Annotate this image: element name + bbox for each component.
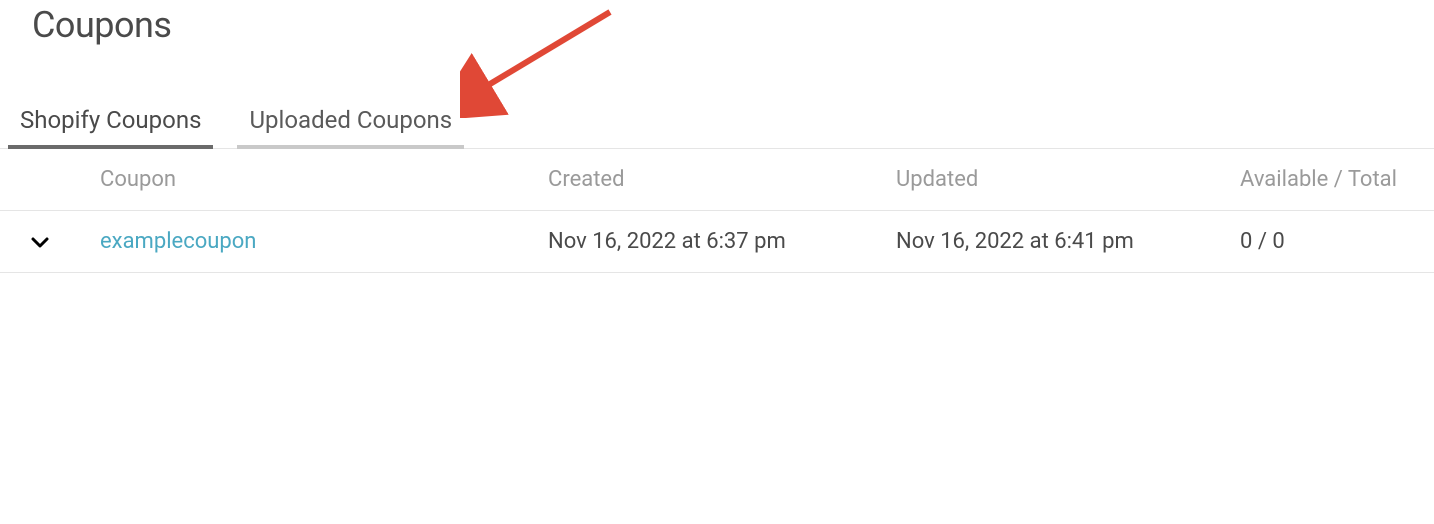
column-header-coupon: Coupon <box>100 167 548 192</box>
tab-shopify-coupons[interactable]: Shopify Coupons <box>8 98 213 148</box>
cell-updated: Nov 16, 2022 at 6:41 pm <box>896 229 1240 254</box>
coupons-table: Coupon Created Updated Available / Total… <box>0 149 1434 273</box>
page-title: Coupons <box>0 0 1434 46</box>
table-row: examplecoupon Nov 16, 2022 at 6:37 pm No… <box>0 211 1434 273</box>
table-header: Coupon Created Updated Available / Total <box>0 149 1434 211</box>
cell-created: Nov 16, 2022 at 6:37 pm <box>548 229 896 254</box>
column-header-updated: Updated <box>896 167 1240 192</box>
column-header-available: Available / Total <box>1240 167 1434 192</box>
chevron-down-icon[interactable] <box>28 230 52 254</box>
tabs-container: Shopify Coupons Uploaded Coupons <box>0 98 1434 149</box>
coupon-link[interactable]: examplecoupon <box>100 229 256 254</box>
tab-uploaded-coupons[interactable]: Uploaded Coupons <box>237 98 464 148</box>
cell-available: 0 / 0 <box>1240 229 1434 254</box>
column-header-created: Created <box>548 167 896 192</box>
